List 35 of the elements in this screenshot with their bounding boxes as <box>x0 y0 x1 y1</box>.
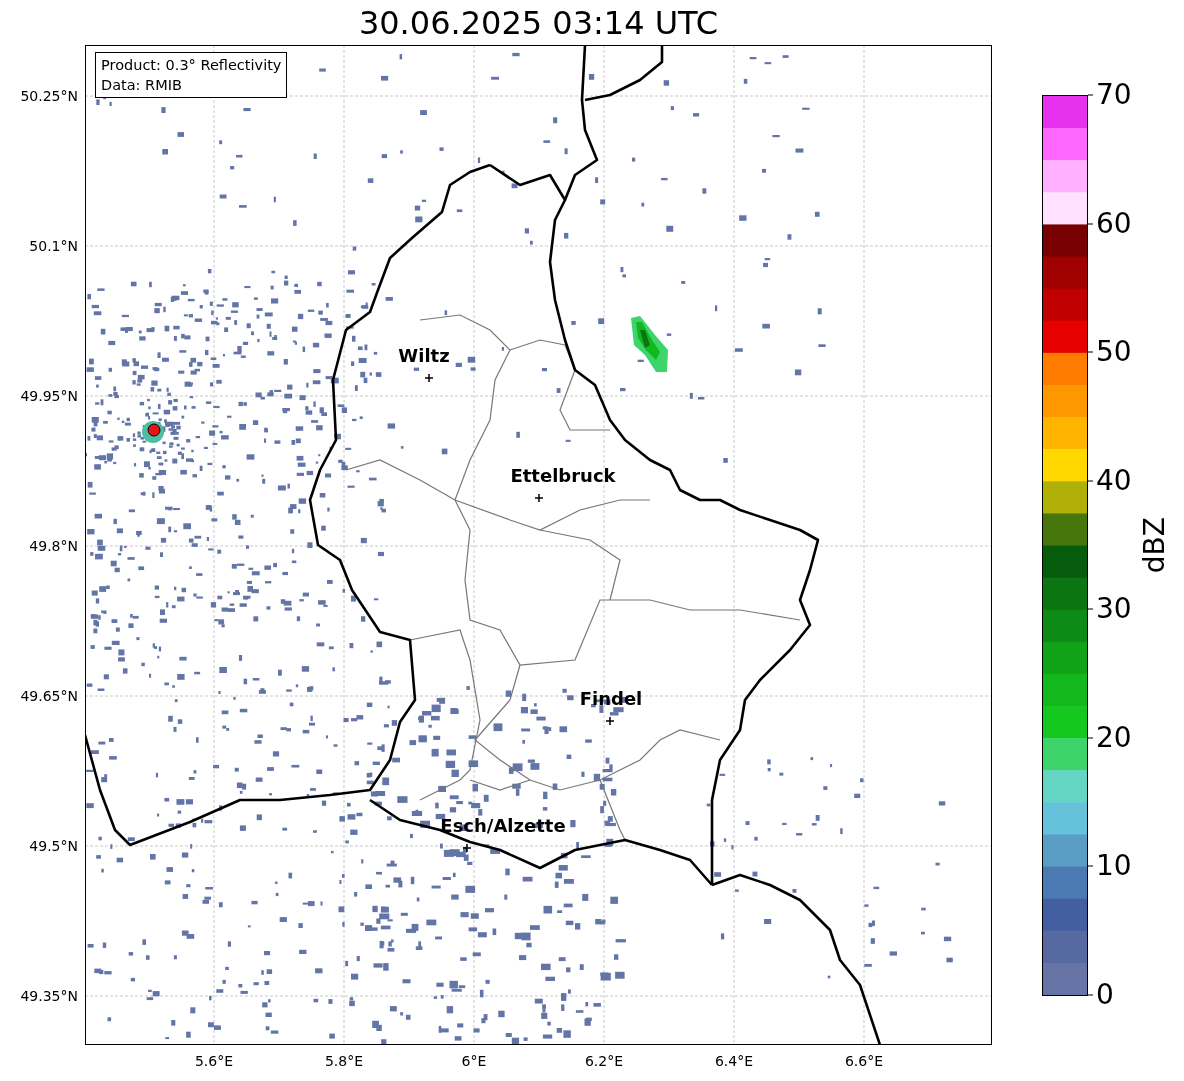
colorbar-tick-label: 10 <box>1096 851 1132 882</box>
longitude-label: 6.4°E <box>714 1053 754 1069</box>
colorbar-tick-label: 30 <box>1096 594 1132 625</box>
city-marker-icon <box>605 716 615 726</box>
place-label: Findel <box>579 688 643 709</box>
longitude-label: 6°E <box>461 1053 487 1069</box>
colorbar-unit-label: dBZ <box>1138 517 1171 574</box>
colorbar-tick-label: 60 <box>1096 208 1132 239</box>
place-label: Esch/Alzette <box>440 815 566 836</box>
latitude-label: 49.5°N <box>29 838 78 854</box>
city-marker-icon <box>462 843 472 853</box>
colorbar-tick-label: 70 <box>1096 80 1132 110</box>
chart-title: 30.06.2025 03:14 UTC <box>358 3 719 42</box>
info-text: Product: 0.3° Reflectivity <box>101 56 282 75</box>
latitude-label: 49.35°N <box>20 988 78 1004</box>
longitude-label: 5.8°E <box>324 1053 364 1069</box>
latitude-label: 50.1°N <box>29 238 78 254</box>
place-label: Ettelbruck <box>510 465 616 486</box>
longitude-label: 5.6°E <box>194 1053 234 1069</box>
city-marker-icon <box>424 373 434 383</box>
colorbar-tick-label: 0 <box>1096 980 1114 1010</box>
latitude-label: 49.65°N <box>20 688 78 704</box>
storm-cell-drawing <box>631 316 668 372</box>
latitude-label: 50.25°N <box>20 88 78 104</box>
city-marker-icon <box>534 493 544 503</box>
place-label: Wiltz <box>398 345 450 366</box>
latitude-label: 49.95°N <box>20 388 78 404</box>
colorbar-tick-label: 40 <box>1096 465 1132 496</box>
colorbar-tick-label: 20 <box>1096 722 1132 753</box>
radar-site-icon <box>142 421 164 443</box>
colorbar-tick-label: 50 <box>1096 337 1132 368</box>
longitude-label: 6.6°E <box>844 1053 884 1069</box>
latitude-label: 49.8°N <box>29 538 78 554</box>
longitude-label: 6.2°E <box>584 1053 624 1069</box>
info-text: Data: RMIB <box>101 76 183 95</box>
